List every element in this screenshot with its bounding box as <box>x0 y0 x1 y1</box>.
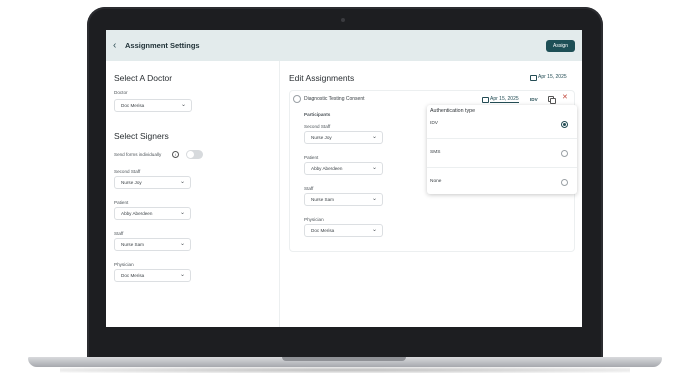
auth-option-none-radio[interactable] <box>561 179 568 186</box>
second-staff-label: Second Staff <box>114 169 141 174</box>
card-second-staff-select[interactable]: Nurse Joy ⌄ <box>304 131 383 144</box>
laptop-notch <box>282 357 406 361</box>
card-patient-label: Patient <box>304 155 319 160</box>
header-date[interactable]: Apr 15, 2025 <box>538 74 567 80</box>
physician-select[interactable]: Doc Merisa ⌄ <box>114 269 191 282</box>
auth-option-none-label[interactable]: None <box>430 179 441 184</box>
card-second-staff-label: Second Staff <box>304 124 331 129</box>
auth-option-idv-radio[interactable] <box>561 121 568 128</box>
card-patient-select[interactable]: Abby Aberdeen ⌄ <box>304 162 383 175</box>
patient-value: Abby Aberdeen <box>121 211 153 216</box>
doctor-select[interactable]: Doc Merisa ⌄ <box>114 99 192 112</box>
physician-value: Doc Merisa <box>121 273 145 278</box>
chevron-down-icon: ⌄ <box>371 134 377 140</box>
chevron-down-icon: ⌄ <box>179 210 185 216</box>
physician-label: Physician <box>114 262 134 267</box>
participants-label: Participants <box>304 112 331 117</box>
top-bar: ‹ Assignment Settings Assign <box>106 30 582 61</box>
app-screen: ‹ Assignment Settings Assign Select A Do… <box>106 30 582 327</box>
second-staff-select[interactable]: Nurse Joy ⌄ <box>114 176 191 189</box>
card-physician-value: Doc Merisa <box>311 228 335 233</box>
patient-select[interactable]: Abby Aberdeen ⌄ <box>114 207 191 220</box>
copy-icon-back <box>550 98 556 104</box>
staff-label: Staff <box>114 231 124 236</box>
doctor-section-title: Select A Doctor <box>114 73 173 83</box>
staff-select[interactable]: Nurse Sam ⌄ <box>114 238 191 251</box>
camera-dot <box>341 18 345 22</box>
calendar-icon <box>530 75 537 81</box>
page-title: Assignment Settings <box>125 41 200 50</box>
popup-divider <box>427 138 577 139</box>
auth-type-popup: Authentication type IDV SMS None <box>427 105 577 194</box>
chevron-down-icon: ⌄ <box>179 272 185 278</box>
document-icon <box>293 95 301 103</box>
card-staff-select[interactable]: Nurse Sam ⌄ <box>304 193 383 206</box>
card-physician-select[interactable]: Doc Merisa ⌄ <box>304 224 383 237</box>
calendar-icon <box>482 97 489 103</box>
doctor-select-value: Doc Merisa <box>121 103 145 108</box>
chevron-down-icon: ⌄ <box>179 241 185 247</box>
signers-section-title: Select Signers <box>114 131 169 141</box>
assignment-name: Diagnostic Testing Consent <box>304 96 365 102</box>
auth-option-sms-radio[interactable] <box>561 150 568 157</box>
auth-popup-title: Authentication type <box>430 108 476 114</box>
chevron-down-icon: ⌄ <box>371 165 377 171</box>
chevron-down-icon: ⌄ <box>180 102 186 108</box>
patient-label: Patient <box>114 200 129 205</box>
assign-button[interactable]: Assign <box>546 40 575 52</box>
staff-value: Nurse Sam <box>121 242 144 247</box>
column-divider <box>279 61 280 327</box>
popup-divider <box>427 167 577 168</box>
edit-assignments-title: Edit Assignments <box>289 73 355 83</box>
send-forms-label: Send forms individually <box>114 152 162 157</box>
auth-option-sms-label[interactable]: SMS <box>430 150 440 155</box>
assignment-date[interactable]: Apr 15, 2025 <box>490 96 519 103</box>
laptop-shadow <box>60 367 630 373</box>
chevron-down-icon: ⌄ <box>179 179 185 185</box>
auth-type-tag[interactable]: IDV <box>530 97 538 102</box>
chevron-down-icon: ⌄ <box>371 196 377 202</box>
auth-option-idv-label[interactable]: IDV <box>430 121 438 126</box>
send-forms-toggle[interactable] <box>186 150 203 159</box>
card-staff-label: Staff <box>304 186 314 191</box>
card-physician-label: Physician <box>304 217 324 222</box>
second-staff-value: Nurse Joy <box>121 180 142 185</box>
card-staff-value: Nurse Sam <box>311 197 334 202</box>
close-icon[interactable]: ✕ <box>562 94 568 102</box>
toggle-knob <box>187 151 194 158</box>
doctor-label: Doctor <box>114 90 128 95</box>
chevron-left-icon[interactable]: ‹ <box>113 40 116 51</box>
chevron-down-icon: ⌄ <box>371 227 377 233</box>
info-icon[interactable]: i <box>172 151 179 158</box>
card-second-staff-value: Nurse Joy <box>311 135 332 140</box>
card-patient-value: Abby Aberdeen <box>311 166 343 171</box>
